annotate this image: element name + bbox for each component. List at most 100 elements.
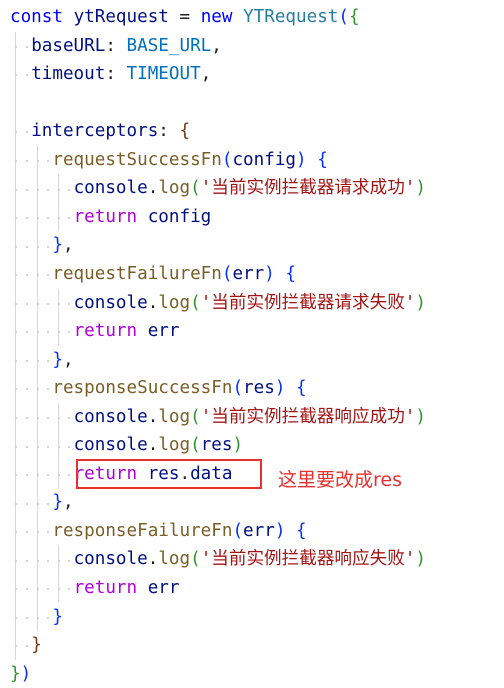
code-token: . bbox=[147, 178, 159, 199]
code-token: ) bbox=[296, 149, 307, 170]
code-token: , bbox=[200, 64, 212, 85]
code-token: ) bbox=[232, 435, 244, 456]
code-token: ( bbox=[190, 549, 201, 570]
code-token: timeout bbox=[31, 64, 106, 85]
code-line: } bbox=[10, 603, 63, 631]
code-token: : bbox=[158, 121, 180, 142]
code-line: }) bbox=[10, 660, 31, 688]
code-token: ) bbox=[415, 178, 426, 199]
code-token: : bbox=[105, 35, 127, 56]
code-token: { bbox=[285, 263, 297, 284]
code-token: { bbox=[349, 7, 360, 27]
code-token: . bbox=[147, 549, 159, 570]
code-token: ( bbox=[190, 406, 201, 427]
code-token: new bbox=[200, 7, 233, 27]
code-token: } bbox=[52, 349, 63, 370]
code-token: err bbox=[243, 520, 275, 541]
code-token: '当前实例拦截器响应失败' bbox=[200, 549, 416, 570]
code-token: } bbox=[52, 235, 63, 256]
code-token: err bbox=[147, 578, 180, 598]
code-token: ytRequest bbox=[73, 7, 169, 27]
code-token: BASE_URL bbox=[126, 35, 212, 56]
code-token: ( bbox=[232, 378, 244, 399]
code-token: ( bbox=[232, 520, 244, 541]
code-token: : bbox=[105, 64, 127, 85]
code-token: ) bbox=[415, 292, 426, 313]
code-token: console bbox=[73, 406, 148, 427]
code-line: }, bbox=[10, 346, 73, 374]
code-line: responseFailureFn(err) { bbox=[10, 517, 306, 545]
code-token: ( bbox=[221, 149, 233, 170]
code-token: err bbox=[147, 321, 180, 342]
code-token: return bbox=[73, 578, 138, 598]
code-line: console.log('当前实例拦截器请求成功') bbox=[10, 174, 426, 202]
code-token: config bbox=[232, 149, 297, 170]
code-line: requestFailureFn(err) { bbox=[10, 260, 296, 288]
code-token: TIMEOUT bbox=[126, 64, 201, 85]
code-token: requestSuccessFn bbox=[52, 149, 222, 170]
code-line: console.log('当前实例拦截器请求失败') bbox=[10, 289, 426, 317]
code-token: log bbox=[158, 435, 191, 456]
code-token: } bbox=[31, 635, 42, 656]
code-token: ) bbox=[274, 520, 286, 541]
code-token: '当前实例拦截器请求失败' bbox=[200, 292, 416, 313]
code-token: . bbox=[147, 292, 159, 313]
code-token: console bbox=[73, 292, 148, 313]
code-token: log bbox=[158, 549, 191, 570]
code-token: responseSuccessFn bbox=[52, 378, 233, 399]
code-line: return err bbox=[10, 317, 180, 345]
code-token: responseFailureFn bbox=[52, 520, 233, 541]
code-token: ( bbox=[190, 292, 201, 313]
code-token: } bbox=[52, 492, 63, 513]
code-editor[interactable]: const ytRequest = new YTRequest({ baseUR… bbox=[0, 0, 504, 686]
code-line: }, bbox=[10, 488, 73, 516]
code-token: err bbox=[232, 263, 265, 284]
code-token: . bbox=[147, 406, 159, 427]
code-token: ( bbox=[221, 263, 233, 284]
code-line: const ytRequest = new YTRequest({ bbox=[10, 3, 360, 31]
code-token: = bbox=[168, 7, 201, 27]
code-token: ) bbox=[20, 663, 32, 684]
code-line: requestSuccessFn(config) { bbox=[10, 146, 327, 174]
code-token: } bbox=[52, 606, 63, 627]
highlight-box bbox=[76, 459, 262, 489]
code-line: responseSuccessFn(res) { bbox=[10, 374, 307, 402]
code-token: ) bbox=[415, 549, 426, 570]
code-token: console bbox=[73, 178, 148, 199]
code-line: } bbox=[10, 631, 42, 659]
code-token: res bbox=[200, 435, 233, 456]
code-token: config bbox=[147, 206, 212, 227]
code-line: return err bbox=[10, 574, 180, 602]
code-token: '当前实例拦截器响应成功' bbox=[200, 406, 416, 427]
code-token: ( bbox=[190, 435, 201, 456]
code-token: { bbox=[296, 378, 307, 399]
code-token: ) bbox=[274, 378, 286, 399]
code-token: ) bbox=[264, 263, 275, 284]
code-token: console bbox=[73, 435, 148, 456]
code-line: return config bbox=[10, 203, 212, 231]
code-token: YTRequest bbox=[243, 7, 339, 27]
